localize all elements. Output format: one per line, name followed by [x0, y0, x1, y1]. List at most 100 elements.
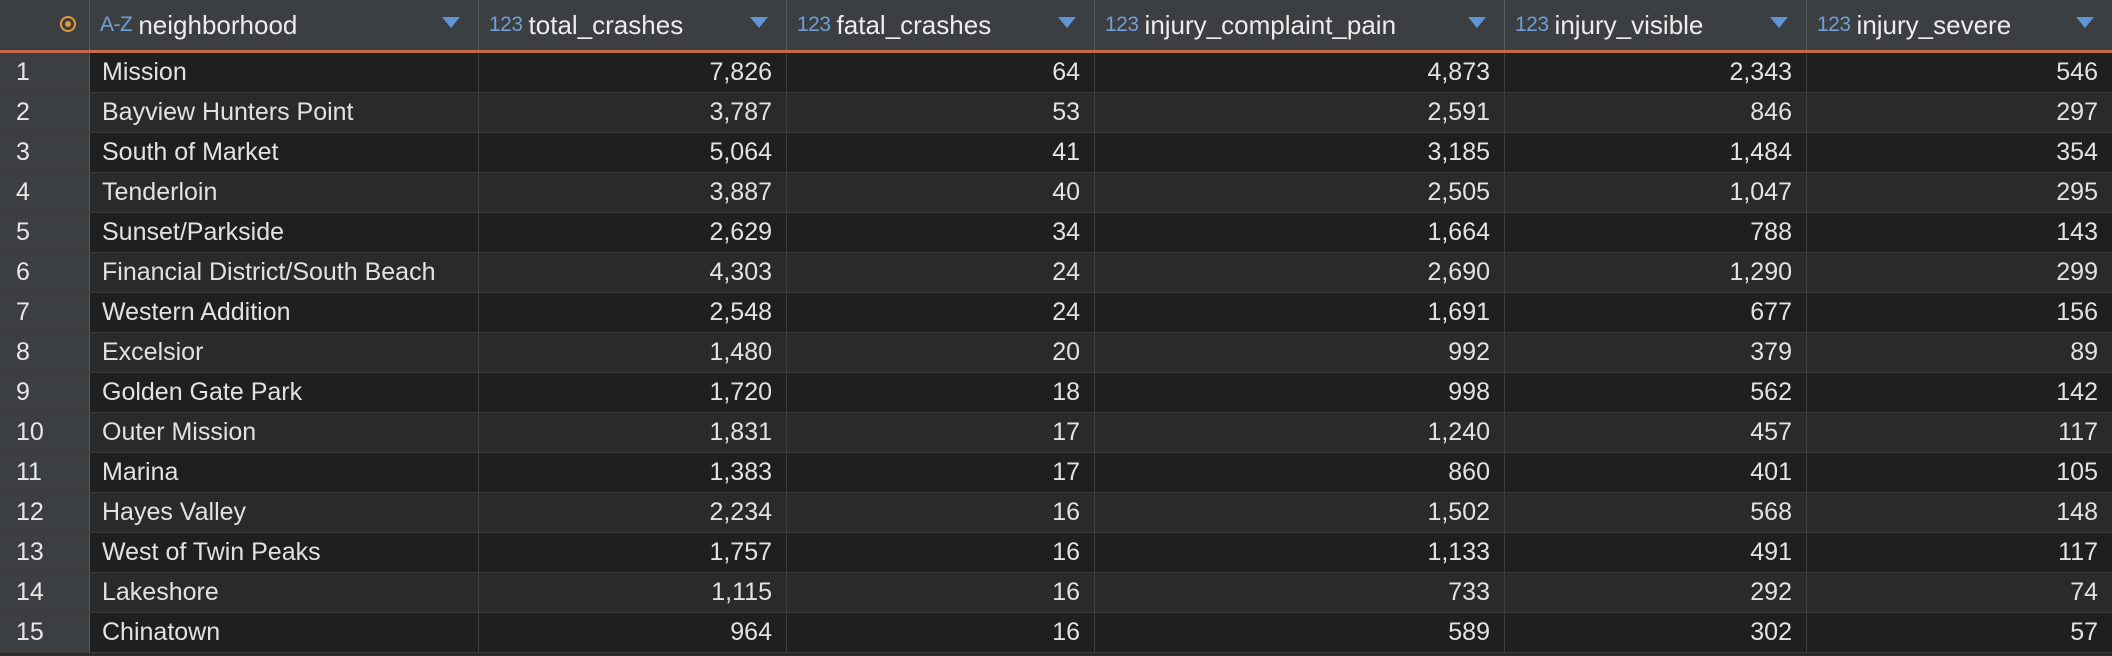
cell-fatal-crashes[interactable]: 53 [787, 93, 1095, 132]
cell-injury-severe[interactable]: 299 [1807, 253, 2112, 292]
cell-neighborhood[interactable]: Tenderloin [90, 173, 479, 212]
cell-total-crashes[interactable]: 964 [479, 613, 787, 652]
cell-injury-visible[interactable]: 491 [1505, 533, 1807, 572]
cell-neighborhood[interactable]: Marina [90, 453, 479, 492]
cell-injury-visible[interactable]: 1,484 [1505, 133, 1807, 172]
cell-injury-complaint-pain[interactable]: 2,591 [1095, 93, 1505, 132]
cell-neighborhood[interactable]: Hayes Valley [90, 493, 479, 532]
cell-fatal-crashes[interactable]: 24 [787, 293, 1095, 332]
cell-injury-severe[interactable]: 117 [1807, 413, 2112, 452]
column-header-neighborhood[interactable]: A-Z neighborhood [90, 0, 479, 50]
cell-total-crashes[interactable]: 7,826 [479, 53, 787, 92]
cell-total-crashes[interactable]: 2,234 [479, 493, 787, 532]
cell-injury-severe[interactable]: 89 [1807, 333, 2112, 372]
cell-injury-visible[interactable]: 677 [1505, 293, 1807, 332]
cell-injury-complaint-pain[interactable]: 3,185 [1095, 133, 1505, 172]
cell-fatal-crashes[interactable]: 17 [787, 413, 1095, 452]
table-row[interactable]: 10 Outer Mission 1,831 17 1,240 457 117 [0, 413, 2112, 453]
cell-injury-visible[interactable]: 292 [1505, 573, 1807, 612]
row-number[interactable]: 11 [0, 453, 90, 492]
cell-fatal-crashes[interactable]: 16 [787, 613, 1095, 652]
sort-filter-arrow-icon[interactable] [1468, 17, 1486, 28]
cell-total-crashes[interactable]: 4,303 [479, 253, 787, 292]
row-number[interactable]: 12 [0, 493, 90, 532]
cell-injury-visible[interactable]: 562 [1505, 373, 1807, 412]
cell-injury-severe[interactable]: 156 [1807, 293, 2112, 332]
cell-injury-complaint-pain[interactable]: 860 [1095, 453, 1505, 492]
cell-injury-complaint-pain[interactable]: 2,505 [1095, 173, 1505, 212]
row-number[interactable]: 10 [0, 413, 90, 452]
cell-neighborhood[interactable]: Chinatown [90, 613, 479, 652]
row-number[interactable]: 15 [0, 613, 90, 652]
cell-injury-severe[interactable]: 142 [1807, 373, 2112, 412]
table-row[interactable]: 13 West of Twin Peaks 1,757 16 1,133 491 117 [0, 533, 2112, 573]
column-header-fatal-crashes[interactable]: 123 fatal_crashes [787, 0, 1095, 50]
sort-filter-arrow-icon[interactable] [442, 17, 460, 28]
cell-total-crashes[interactable]: 2,629 [479, 213, 787, 252]
column-header-injury-severe[interactable]: 123 injury_severe [1807, 0, 2112, 50]
cell-injury-complaint-pain[interactable]: 733 [1095, 573, 1505, 612]
cell-fatal-crashes[interactable]: 41 [787, 133, 1095, 172]
cell-total-crashes[interactable]: 3,787 [479, 93, 787, 132]
column-header-injury-visible[interactable]: 123 injury_visible [1505, 0, 1807, 50]
cell-total-crashes[interactable]: 1,720 [479, 373, 787, 412]
cell-fatal-crashes[interactable]: 64 [787, 53, 1095, 92]
column-header-total-crashes[interactable]: 123 total_crashes [479, 0, 787, 50]
cell-neighborhood[interactable]: Mission [90, 53, 479, 92]
cell-total-crashes[interactable]: 1,480 [479, 333, 787, 372]
cell-injury-severe[interactable]: 295 [1807, 173, 2112, 212]
cell-neighborhood[interactable]: Lakeshore [90, 573, 479, 612]
cell-injury-complaint-pain[interactable]: 1,664 [1095, 213, 1505, 252]
cell-injury-complaint-pain[interactable]: 4,873 [1095, 53, 1505, 92]
cell-injury-severe[interactable]: 297 [1807, 93, 2112, 132]
cell-fatal-crashes[interactable]: 16 [787, 493, 1095, 532]
table-row[interactable]: 2 Bayview Hunters Point 3,787 53 2,591 846 297 [0, 93, 2112, 133]
cell-neighborhood[interactable]: Western Addition [90, 293, 479, 332]
cell-total-crashes[interactable]: 1,115 [479, 573, 787, 612]
row-number[interactable]: 14 [0, 573, 90, 612]
cell-fatal-crashes[interactable]: 24 [787, 253, 1095, 292]
cell-injury-severe[interactable]: 354 [1807, 133, 2112, 172]
cell-neighborhood[interactable]: Sunset/Parkside [90, 213, 479, 252]
cell-injury-visible[interactable]: 1,290 [1505, 253, 1807, 292]
row-number[interactable]: 1 [0, 53, 90, 92]
cell-injury-complaint-pain[interactable]: 2,690 [1095, 253, 1505, 292]
cell-injury-visible[interactable]: 2,343 [1505, 53, 1807, 92]
table-row[interactable]: 15 Chinatown 964 16 589 302 57 [0, 613, 2112, 653]
cell-injury-visible[interactable]: 401 [1505, 453, 1807, 492]
cell-fatal-crashes[interactable]: 16 [787, 533, 1095, 572]
sort-filter-arrow-icon[interactable] [2076, 17, 2094, 28]
table-row[interactable]: 12 Hayes Valley 2,234 16 1,502 568 148 [0, 493, 2112, 533]
cell-injury-severe[interactable]: 143 [1807, 213, 2112, 252]
row-number[interactable]: 5 [0, 213, 90, 252]
cell-injury-visible[interactable]: 302 [1505, 613, 1807, 652]
cell-fatal-crashes[interactable]: 20 [787, 333, 1095, 372]
cell-injury-severe[interactable]: 57 [1807, 613, 2112, 652]
table-row[interactable]: 14 Lakeshore 1,115 16 733 292 74 [0, 573, 2112, 613]
cell-injury-visible[interactable]: 457 [1505, 413, 1807, 452]
cell-injury-severe[interactable]: 74 [1807, 573, 2112, 612]
table-row[interactable]: 5 Sunset/Parkside 2,629 34 1,664 788 143 [0, 213, 2112, 253]
cell-fatal-crashes[interactable]: 34 [787, 213, 1095, 252]
select-all-corner[interactable] [0, 0, 90, 50]
cell-injury-visible[interactable]: 1,047 [1505, 173, 1807, 212]
row-number[interactable]: 9 [0, 373, 90, 412]
cell-fatal-crashes[interactable]: 16 [787, 573, 1095, 612]
row-number[interactable]: 6 [0, 253, 90, 292]
cell-neighborhood[interactable]: Excelsior [90, 333, 479, 372]
cell-fatal-crashes[interactable]: 17 [787, 453, 1095, 492]
cell-neighborhood[interactable]: Golden Gate Park [90, 373, 479, 412]
table-row[interactable]: 7 Western Addition 2,548 24 1,691 677 156 [0, 293, 2112, 333]
cell-injury-complaint-pain[interactable]: 998 [1095, 373, 1505, 412]
table-row[interactable]: 6 Financial District/South Beach 4,303 24 2,… [0, 253, 2112, 293]
cell-fatal-crashes[interactable]: 40 [787, 173, 1095, 212]
table-row[interactable]: 9 Golden Gate Park 1,720 18 998 562 142 [0, 373, 2112, 413]
cell-total-crashes[interactable]: 1,831 [479, 413, 787, 452]
cell-total-crashes[interactable]: 1,383 [479, 453, 787, 492]
cell-neighborhood[interactable]: South of Market [90, 133, 479, 172]
cell-neighborhood[interactable]: Financial District/South Beach [90, 253, 479, 292]
table-row[interactable]: 3 South of Market 5,064 41 3,185 1,484 354 [0, 133, 2112, 173]
cell-total-crashes[interactable]: 5,064 [479, 133, 787, 172]
cell-injury-visible[interactable]: 568 [1505, 493, 1807, 532]
cell-injury-complaint-pain[interactable]: 1,133 [1095, 533, 1505, 572]
